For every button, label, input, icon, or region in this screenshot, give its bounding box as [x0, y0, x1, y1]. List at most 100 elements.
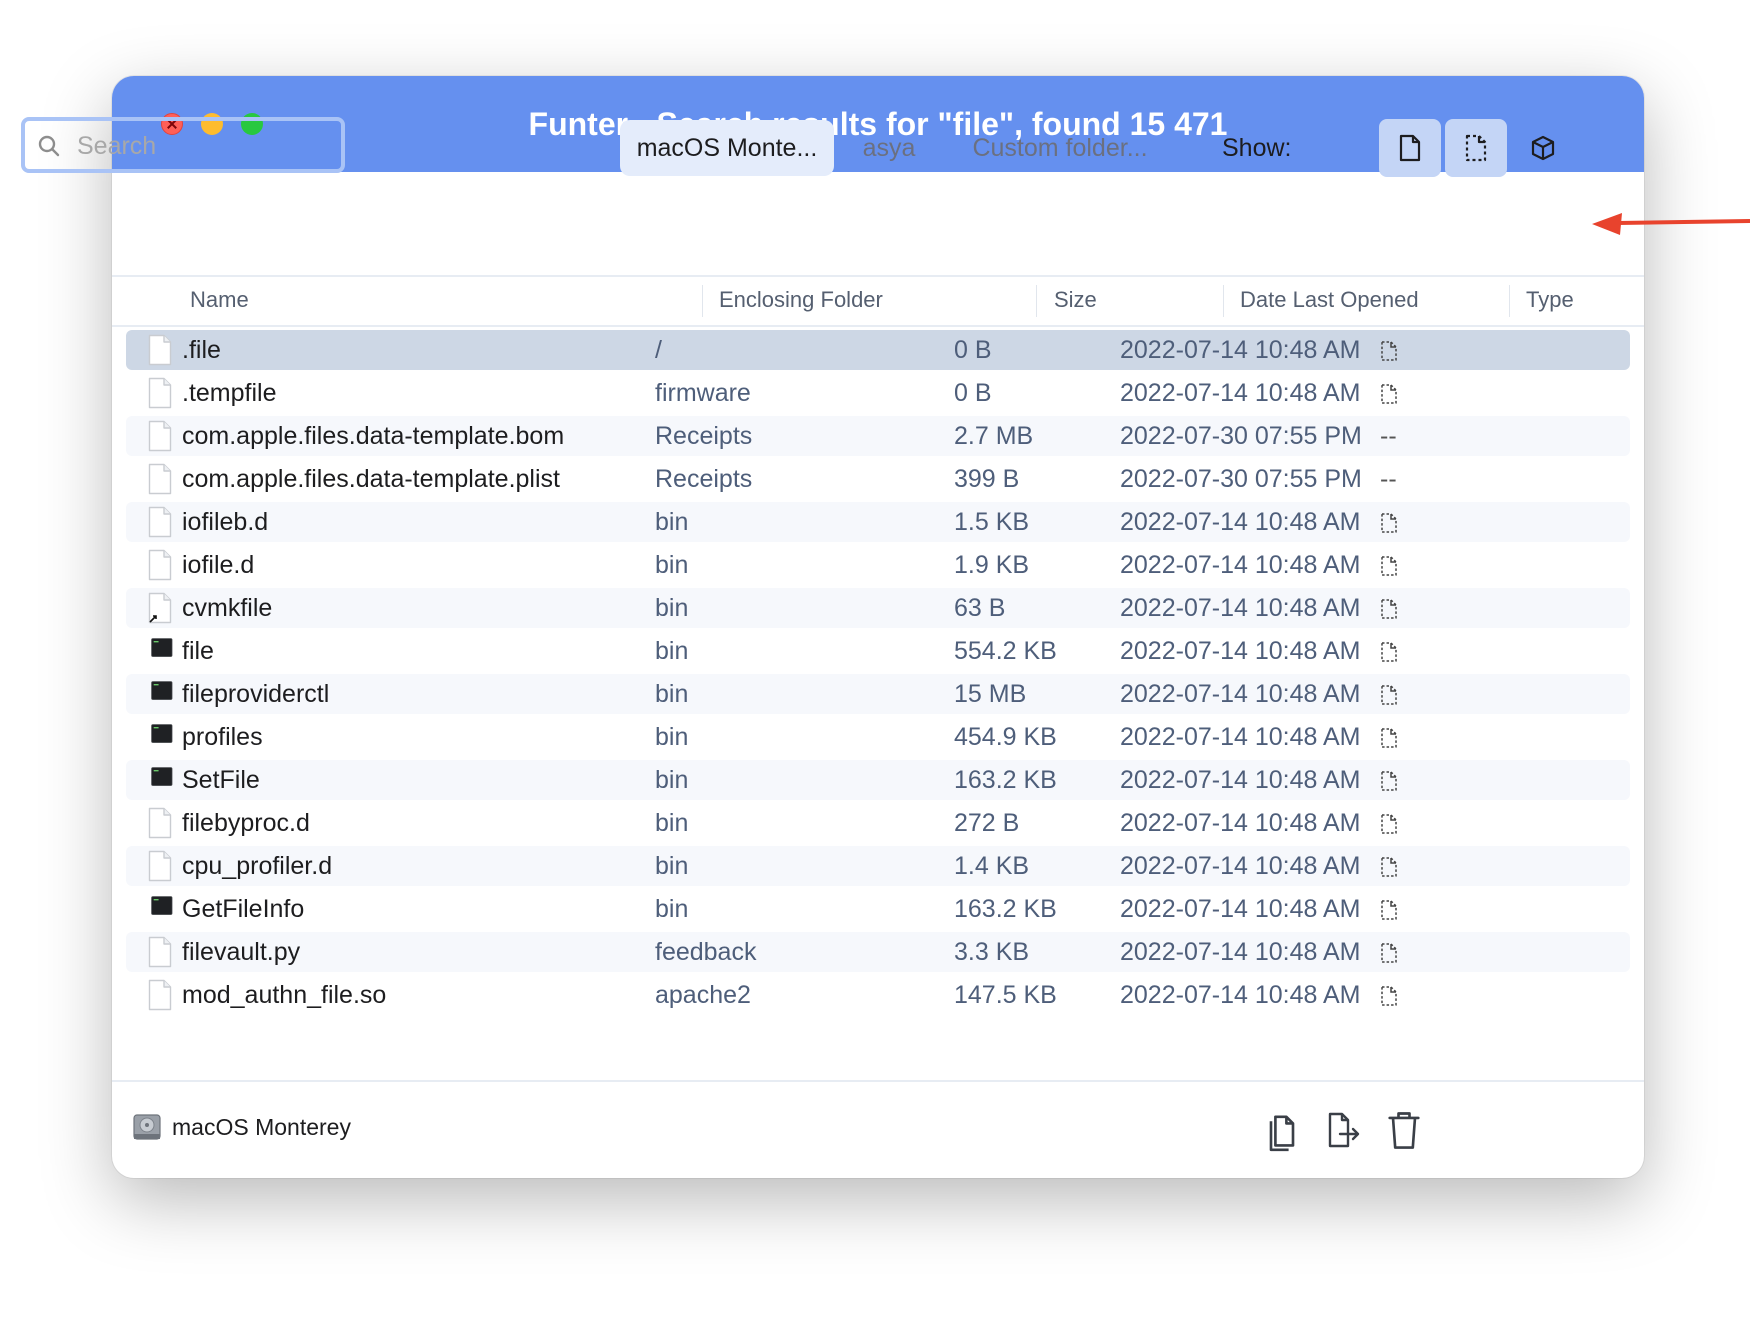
date-last-opened: 2022-07-14 10:48 AM [1120, 766, 1361, 794]
column-header-date-last-opened[interactable]: Date Last Opened [1240, 277, 1419, 323]
file-type [1380, 330, 1414, 370]
column-header-enclosing-folder[interactable]: Enclosing Folder [719, 277, 883, 323]
file-size: 1.9 KB [954, 551, 1030, 579]
table-row[interactable]: filebyproc.d bin 272 B 2022-07-14 10:48 AM [126, 803, 1630, 843]
enclosing-folder[interactable]: bin [655, 760, 688, 800]
enclosing-folder[interactable]: Receipts [655, 416, 752, 456]
date-last-opened: 2022-07-14 10:48 AM [1120, 809, 1361, 837]
copy-file-icon[interactable] [1262, 1108, 1302, 1152]
document-type-icon [1381, 384, 1397, 405]
file-size: 163.2 KB [954, 895, 1057, 923]
file-name: .tempfile [182, 379, 277, 407]
trash-icon[interactable] [1384, 1108, 1424, 1152]
show-files-toggle[interactable] [1379, 119, 1441, 177]
enclosing-folder[interactable]: apache2 [655, 975, 751, 1015]
date-last-opened: 2022-07-14 10:48 AM [1120, 852, 1361, 880]
column-header-name[interactable]: Name [190, 277, 249, 323]
table-row[interactable]: mod_authn_file.so apache2 147.5 KB 2022-07-… [126, 975, 1630, 1015]
file-size: 454.9 KB [954, 723, 1057, 751]
table-row[interactable]: GetFileInfo bin 163.2 KB 2022-07-14 10:48 A… [126, 889, 1630, 929]
date-last-opened: 2022-07-14 10:48 AM [1120, 637, 1361, 665]
file-type [1380, 373, 1414, 413]
file-type [1380, 502, 1414, 542]
scope-tab-custom-folder[interactable]: Custom folder... [950, 120, 1170, 176]
table-row[interactable]: .file / 0 B 2022-07-14 10:48 AM [126, 330, 1630, 370]
document-type-icon [1381, 814, 1397, 835]
enclosing-folder[interactable]: bin [655, 545, 688, 585]
enclosing-folder[interactable]: bin [655, 717, 688, 757]
reveal-in-finder-icon[interactable] [1322, 1108, 1362, 1152]
column-header-type[interactable]: Type [1526, 277, 1574, 323]
file-name: cpu_profiler.d [182, 852, 333, 880]
results-table-body[interactable]: .file / 0 B 2022-07-14 10:48 AM .tempfile fir… [112, 330, 1644, 1082]
document-type-icon [1381, 556, 1397, 577]
date-last-opened: 2022-07-14 10:48 AM [1120, 680, 1361, 708]
scope-tab-user[interactable]: asya [834, 120, 944, 176]
column-divider[interactable] [702, 285, 703, 317]
file-name: iofile.d [182, 551, 255, 579]
scope-tab-macos[interactable]: macOS Monte... [620, 120, 834, 176]
table-row[interactable]: profiles bin 454.9 KB 2022-07-14 10:48 AM [126, 717, 1630, 757]
column-divider[interactable] [1036, 285, 1037, 317]
file-type [1380, 760, 1414, 800]
file-size: 3.3 KB [954, 938, 1030, 966]
enclosing-folder[interactable]: bin [655, 803, 688, 843]
terminal-executable-icon [151, 681, 173, 700]
table-row[interactable]: .tempfile firmware 0 B 2022-07-14 10:48 AM [126, 373, 1630, 413]
file-name: fileproviderctl [182, 680, 330, 708]
file-type: -- [1380, 422, 1397, 450]
file-name: GetFileInfo [182, 895, 305, 923]
table-row[interactable]: iofileb.d bin 1.5 KB 2022-07-14 10:48 AM [126, 502, 1630, 542]
file-size: 554.2 KB [954, 637, 1057, 665]
document-type-icon [1381, 599, 1397, 620]
table-row[interactable]: cpu_profiler.d bin 1.4 KB 2022-07-14 10:48 … [126, 846, 1630, 886]
column-header-size[interactable]: Size [1054, 277, 1097, 323]
document-icon [148, 420, 172, 452]
file-name: mod_authn_file.so [182, 981, 387, 1009]
enclosing-folder[interactable]: bin [655, 674, 688, 714]
document-icon [148, 807, 172, 839]
enclosing-folder[interactable]: bin [655, 502, 688, 542]
table-row[interactable]: com.apple.files.data-template.bom Receipt… [126, 416, 1630, 456]
show-packages-toggle[interactable] [1512, 119, 1574, 177]
file-name: profiles [182, 723, 263, 751]
show-hidden-files-toggle[interactable] [1445, 119, 1507, 177]
table-row[interactable]: SetFile bin 163.2 KB 2022-07-14 10:48 AM [126, 760, 1630, 800]
enclosing-folder[interactable]: firmware [655, 373, 751, 413]
enclosing-folder[interactable]: feedback [655, 932, 756, 972]
volume-label: macOS Monterey [172, 1114, 351, 1140]
show-label: Show: [1222, 134, 1292, 162]
enclosing-folder[interactable]: Receipts [655, 459, 752, 499]
hidden-file-icon [1465, 134, 1487, 162]
file-type: -- [1380, 465, 1397, 493]
search-field[interactable] [21, 117, 345, 173]
document-type-icon [1381, 943, 1397, 964]
column-divider[interactable] [1223, 285, 1224, 317]
file-size: 147.5 KB [954, 981, 1057, 1009]
enclosing-folder[interactable]: / [655, 330, 662, 370]
table-row[interactable]: com.apple.files.data-template.plist Recei… [126, 459, 1630, 499]
date-last-opened: 2022-07-14 10:48 AM [1120, 938, 1361, 966]
date-last-opened: 2022-07-30 07:55 PM [1120, 422, 1362, 450]
table-row[interactable]: cvmkfile bin 63 B 2022-07-14 10:48 AM [126, 588, 1630, 628]
table-row[interactable]: filevault.py feedback 3.3 KB 2022-07-14 10:… [126, 932, 1630, 972]
date-last-opened: 2022-07-14 10:48 AM [1120, 981, 1361, 1009]
enclosing-folder[interactable]: bin [655, 846, 688, 886]
terminal-executable-icon [151, 767, 173, 786]
table-row[interactable]: fileproviderctl bin 15 MB 2022-07-14 10:48 … [126, 674, 1630, 714]
enclosing-folder[interactable]: bin [655, 889, 688, 929]
document-icon [148, 549, 172, 581]
file-size: 2.7 MB [954, 422, 1034, 450]
document-type-icon [1381, 513, 1397, 534]
file-type [1380, 545, 1414, 585]
enclosing-folder[interactable]: bin [655, 631, 688, 671]
enclosing-folder[interactable]: bin [655, 588, 688, 628]
terminal-executable-icon [151, 896, 173, 915]
alias-document-icon [148, 592, 172, 624]
table-row[interactable]: iofile.d bin 1.9 KB 2022-07-14 10:48 AM [126, 545, 1630, 585]
column-divider[interactable] [1509, 285, 1510, 317]
table-row[interactable]: file bin 554.2 KB 2022-07-14 10:48 AM [126, 631, 1630, 671]
document-icon [148, 936, 172, 968]
file-name: .file [182, 336, 221, 364]
search-input[interactable] [75, 129, 339, 163]
